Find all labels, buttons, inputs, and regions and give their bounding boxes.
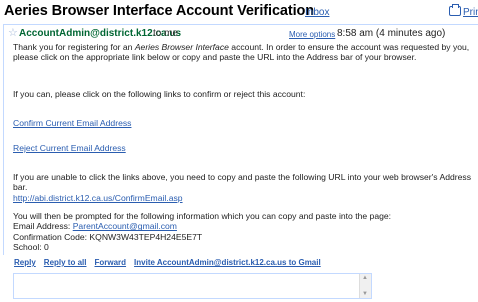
message-actions: Reply Reply to all Forward Invite AccountAd… bbox=[14, 258, 329, 267]
print-label: Prin bbox=[463, 7, 478, 18]
url-instruction: If you are unable to click the links abo… bbox=[13, 172, 472, 193]
scroll-up-icon[interactable]: ▲ bbox=[362, 275, 368, 281]
reject-email-link[interactable]: Reject Current Email Address bbox=[13, 143, 126, 153]
email-value-link[interactable]: ParentAccount@gmail.com bbox=[73, 221, 177, 231]
quick-reply-input[interactable]: ▲ ▼ bbox=[13, 273, 372, 299]
message-meta: ☆ AccountAdmin@district.k12.ca.us to me … bbox=[8, 27, 478, 41]
info-paragraph: You will then be prompted for the follow… bbox=[13, 211, 478, 253]
info-instruction: You will then be prompted for the follow… bbox=[13, 211, 392, 221]
message-timestamp: 8:58 am (4 minutes ago) bbox=[337, 28, 446, 39]
intro-paragraph: Thank you for registering for an Aeries … bbox=[13, 42, 478, 63]
confirm-email-link[interactable]: Confirm Current Email Address bbox=[13, 118, 131, 128]
intro-text: Thank you for registering for an bbox=[13, 42, 135, 52]
star-icon[interactable]: ☆ bbox=[8, 26, 18, 39]
reply-all-button[interactable]: Reply to all bbox=[44, 258, 87, 267]
reply-scrollbar[interactable]: ▲ ▼ bbox=[359, 274, 371, 298]
forward-button[interactable]: Forward bbox=[94, 258, 126, 267]
print-link[interactable]: Prin bbox=[449, 4, 478, 18]
inbox-label[interactable]: Inbox bbox=[305, 7, 329, 18]
reply-button[interactable]: Reply bbox=[14, 258, 36, 267]
printer-icon bbox=[449, 4, 461, 16]
scroll-down-icon[interactable]: ▼ bbox=[362, 291, 368, 297]
email-label: Email Address: bbox=[13, 221, 73, 232]
url-paragraph: If you are unable to click the links abo… bbox=[13, 172, 478, 203]
recipient-label: to me bbox=[153, 28, 179, 39]
links-instruction: If you can, please click on the followin… bbox=[13, 89, 306, 99]
more-options-link[interactable]: More options bbox=[289, 30, 335, 39]
confirm-url-link[interactable]: http://abi.district.k12.ca.us/ConfirmEma… bbox=[13, 193, 183, 203]
school-line: School: 0 bbox=[13, 242, 49, 253]
message-card: ☆ AccountAdmin@district.k12.ca.us to me … bbox=[3, 24, 478, 255]
message-header: Aeries Browser Interface Account Verific… bbox=[0, 0, 478, 22]
subject-title: Aeries Browser Interface Account Verific… bbox=[4, 3, 315, 19]
invite-link[interactable]: Invite AccountAdmin@district.k12.ca.us t… bbox=[134, 258, 321, 267]
product-name: Aeries Browser Interface bbox=[134, 42, 229, 52]
confirmation-code: Confirmation Code: KQNW3W43TEP4H24E5E7T bbox=[13, 231, 203, 242]
